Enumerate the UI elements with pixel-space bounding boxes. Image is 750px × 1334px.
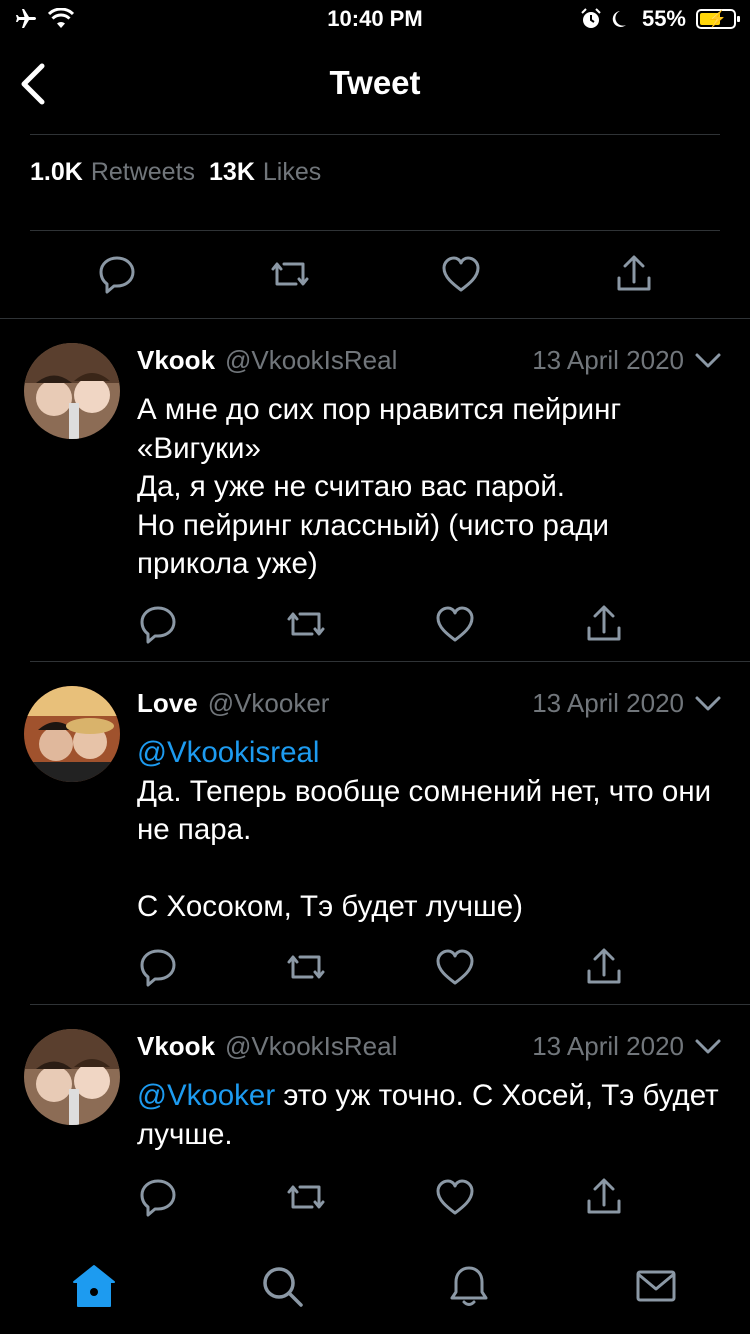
author-name[interactable]: Vkook — [137, 345, 215, 375]
share-icon[interactable] — [582, 1175, 626, 1219]
share-icon[interactable] — [612, 252, 656, 296]
tab-bar — [0, 1240, 750, 1334]
reply-actions — [0, 602, 750, 646]
author-name[interactable]: Love — [137, 688, 198, 718]
search-icon[interactable] — [258, 1262, 306, 1310]
status-right: 55% ⚡ — [580, 6, 740, 32]
chevron-down-icon[interactable] — [694, 694, 722, 714]
avatar[interactable] — [24, 1029, 120, 1125]
retweets-stat[interactable]: 1.0K Retweets — [30, 158, 195, 187]
reply-text: @Vkooker это уж точно. С Хосей, Тэ будет… — [137, 1077, 727, 1154]
reply-tweet[interactable]: Vkook @VkookIsReal 13 April 2020 А мне до… — [0, 319, 750, 661]
retweets-count: 1.0K — [30, 158, 83, 186]
reply-date: 13 April 2020 — [532, 345, 684, 375]
likes-label: Likes — [262, 158, 322, 186]
author-name[interactable]: Vkook — [137, 1031, 215, 1061]
mention-link[interactable]: @Vkookisreal — [137, 736, 319, 769]
retweet-icon[interactable] — [284, 602, 328, 646]
reply-author: Love @Vkooker — [137, 688, 329, 719]
alarm-icon — [581, 8, 601, 28]
reply-author: Vkook @VkookIsReal — [137, 1031, 397, 1062]
page-title: Tweet — [329, 64, 421, 101]
reply-actions — [0, 945, 750, 989]
moon-icon — [612, 11, 626, 27]
reply-tweet[interactable]: Love @Vkooker 13 April 2020 @Vkookisreal … — [0, 662, 750, 1004]
reply-icon[interactable] — [95, 252, 139, 296]
retweets-label: Retweets — [90, 158, 196, 186]
home-icon[interactable] — [70, 1262, 118, 1310]
avatar[interactable] — [24, 686, 120, 782]
notifications-icon[interactable] — [445, 1262, 493, 1310]
reply-body: А мне до сих пор нравится пейринг «Вигук… — [137, 393, 622, 580]
reply-tweet[interactable]: Vkook @VkookIsReal 13 April 2020 @Vkooker… — [0, 1005, 750, 1235]
retweet-icon[interactable] — [284, 945, 328, 989]
reply-text: @Vkookisreal Да. Теперь вообще сомнений … — [137, 734, 727, 927]
divider — [30, 230, 720, 231]
battery-icon: ⚡ — [696, 9, 740, 29]
battery-percent: 55% — [641, 6, 686, 31]
author-handle[interactable]: @Vkooker — [208, 688, 330, 718]
retweet-icon[interactable] — [284, 1175, 328, 1219]
reply-icon[interactable] — [136, 945, 180, 989]
author-handle[interactable]: @VkookIsReal — [225, 1031, 397, 1061]
author-handle[interactable]: @VkookIsReal — [225, 345, 397, 375]
status-bar: 10:40 PM 55% ⚡ — [0, 0, 750, 40]
messages-icon[interactable] — [632, 1262, 680, 1310]
tweet-stats: 1.0K Retweets 13K Likes — [30, 158, 321, 187]
like-icon[interactable] — [439, 252, 483, 296]
reply-actions — [0, 1175, 750, 1219]
likes-count: 13K — [209, 158, 255, 186]
reply-icon[interactable] — [136, 602, 180, 646]
reply-body: Да. Теперь вообще сомнений нет, что они … — [137, 774, 712, 923]
share-icon[interactable] — [582, 602, 626, 646]
reply-date: 13 April 2020 — [532, 688, 684, 718]
header: Tweet — [0, 40, 750, 134]
retweet-icon[interactable] — [268, 252, 312, 296]
reply-icon[interactable] — [136, 1175, 180, 1219]
reply-date: 13 April 2020 — [532, 1031, 684, 1061]
reply-text: А мне до сих пор нравится пейринг «Вигук… — [137, 391, 727, 584]
main-tweet-actions — [0, 232, 750, 318]
likes-stat[interactable]: 13K Likes — [209, 158, 321, 187]
like-icon[interactable] — [433, 602, 477, 646]
chevron-down-icon[interactable] — [694, 1037, 722, 1057]
avatar[interactable] — [24, 343, 120, 439]
share-icon[interactable] — [582, 945, 626, 989]
mention-link[interactable]: @Vkooker — [137, 1079, 275, 1112]
reply-author: Vkook @VkookIsReal — [137, 345, 397, 376]
divider — [30, 134, 720, 135]
chevron-down-icon[interactable] — [694, 351, 722, 371]
like-icon[interactable] — [433, 1175, 477, 1219]
like-icon[interactable] — [433, 945, 477, 989]
